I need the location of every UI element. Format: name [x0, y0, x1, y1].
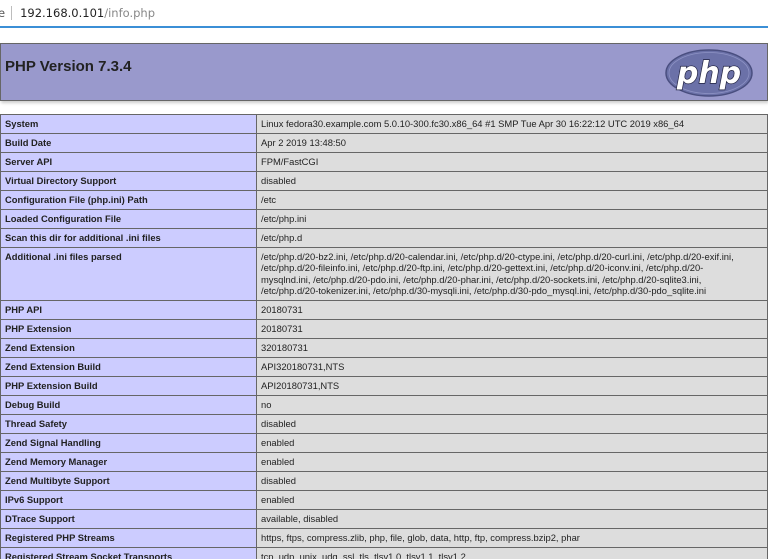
row-label: Thread Safety	[0, 413, 257, 434]
row-value-line: /etc/php.d/20-bz2.ini, /etc/php.d/20-cal…	[261, 251, 734, 262]
row-value: https, ftps, compress.zlib, php, file, g…	[256, 527, 768, 548]
table-row: PHP Extension Build API20180731,NTS	[0, 375, 768, 396]
row-label: PHP Extension Build	[0, 375, 257, 396]
row-value: disabled	[256, 470, 768, 491]
url-host: 192.168.0.101	[20, 6, 105, 20]
row-label: Debug Build	[0, 394, 257, 415]
row-label: Zend Multibyte Support	[0, 470, 257, 491]
row-label: Loaded Configuration File	[0, 209, 257, 229]
row-label: IPv6 Support	[0, 489, 257, 510]
row-value: 320180731	[256, 337, 768, 358]
url-path: /info.php	[104, 6, 156, 20]
table-row: DTrace Support available, disabled	[0, 508, 768, 529]
row-value-line: mysqlnd.ini, /etc/php.d/20-pdo.ini, /etc…	[261, 273, 702, 285]
row-value: /etc/php.d/20-bz2.ini, /etc/php.d/20-cal…	[256, 247, 768, 301]
row-label: Virtual Directory Support	[0, 171, 257, 191]
row-label: System	[0, 114, 257, 134]
row-value: enabled	[256, 432, 768, 453]
row-value: Linux fedora30.example.com 5.0.10-300.fc…	[256, 114, 768, 134]
row-label: Zend Memory Manager	[0, 451, 257, 472]
row-value: API20180731,NTS	[256, 375, 768, 396]
row-value: /etc/php.d	[256, 228, 768, 248]
row-value: enabled	[256, 489, 768, 510]
address-bar[interactable]: e 192.168.0.101/info.php	[0, 0, 768, 27]
table-row: System Linux fedora30.example.com 5.0.10-…	[0, 114, 768, 134]
phpinfo-header: PHP Version 7.3.4 php	[0, 43, 768, 101]
table-row: Scan this dir for additional .ini files /…	[0, 228, 768, 248]
row-label: Registered PHP Streams	[0, 527, 257, 548]
table-row: Registered Stream Socket Transports tcp, …	[0, 546, 768, 559]
page-title: PHP Version 7.3.4	[5, 58, 132, 75]
row-value: 20180731	[256, 299, 768, 320]
row-label: Configuration File (php.ini) Path	[0, 190, 257, 210]
table-row: PHP API 20180731	[0, 299, 768, 320]
info-table: System Linux fedora30.example.com 5.0.10-…	[0, 114, 768, 559]
table-row: Configuration File (php.ini) Path/etc	[0, 190, 768, 210]
row-label: Additional .ini files parsed	[0, 247, 257, 301]
phpinfo-page: PHP Version 7.3.4 php System Linux fedora…	[0, 40, 768, 559]
row-value-line: /etc/php.d/20-fileinfo.ini, /etc/php.d/2…	[261, 262, 704, 274]
table-row: Zend Signal Handling enabled	[0, 432, 768, 453]
row-label: DTrace Support	[0, 508, 257, 529]
row-value: no	[256, 394, 768, 415]
row-value: /etc/php.ini	[256, 209, 768, 229]
table-row: Zend Multibyte Support disabled	[0, 470, 768, 491]
row-label: PHP API	[0, 299, 257, 320]
url-separator	[11, 6, 13, 20]
table-row: Virtual Directory Support disabled	[0, 171, 768, 191]
row-label: Zend Signal Handling	[0, 432, 257, 453]
address-bar-focus-line	[0, 26, 768, 28]
table-row: Debug Build no	[0, 394, 768, 415]
table-row: IPv6 Support enabled	[0, 489, 768, 510]
row-value: API320180731,NTS	[256, 356, 768, 377]
table-row: Registered PHP Streams https, ftps, compr…	[0, 527, 768, 548]
row-value: disabled	[256, 413, 768, 434]
row-label: Scan this dir for additional .ini files	[0, 228, 257, 248]
row-value: disabled	[256, 171, 768, 191]
row-label: Build Date	[0, 133, 257, 153]
table-row: Server API FPM/FastCGI	[0, 152, 768, 172]
row-value: /etc	[256, 190, 768, 210]
row-value: available, disabled	[256, 508, 768, 529]
row-value: enabled	[256, 451, 768, 472]
row-value: 20180731	[256, 318, 768, 339]
table-row: PHP Extension 20180731	[0, 318, 768, 339]
row-label: Zend Extension	[0, 337, 257, 358]
row-value: tcp, udp, unix, udg, ssl, tls, tlsv1.0, …	[256, 546, 768, 559]
row-label: Server API	[0, 152, 257, 172]
table-row: Zend Memory Manager enabled	[0, 451, 768, 472]
row-value: FPM/FastCGI	[256, 152, 768, 172]
row-label: Registered Stream Socket Transports	[0, 546, 257, 559]
table-row: Zend Extension Build API320180731,NTS	[0, 356, 768, 377]
row-value: Apr 2 2019 13:48:50	[256, 133, 768, 153]
php-logo-text: php	[676, 56, 741, 91]
url-scheme-fragment: e	[0, 6, 6, 20]
row-value-line: /etc/php.d/20-tokenizer.ini, /etc/php.d/…	[261, 285, 707, 297]
table-row: Additional .ini files parsed/etc/php.d/2…	[0, 247, 768, 301]
row-label: Zend Extension Build	[0, 356, 257, 377]
table-row: Thread Safety disabled	[0, 413, 768, 434]
table-row: Build Date Apr 2 2019 13:48:50	[0, 133, 768, 153]
table-row: Zend Extension 320180731	[0, 337, 768, 358]
table-row: Loaded Configuration File/etc/php.ini	[0, 209, 768, 229]
row-label: PHP Extension	[0, 318, 257, 339]
php-logo-icon[interactable]: php	[665, 49, 753, 97]
